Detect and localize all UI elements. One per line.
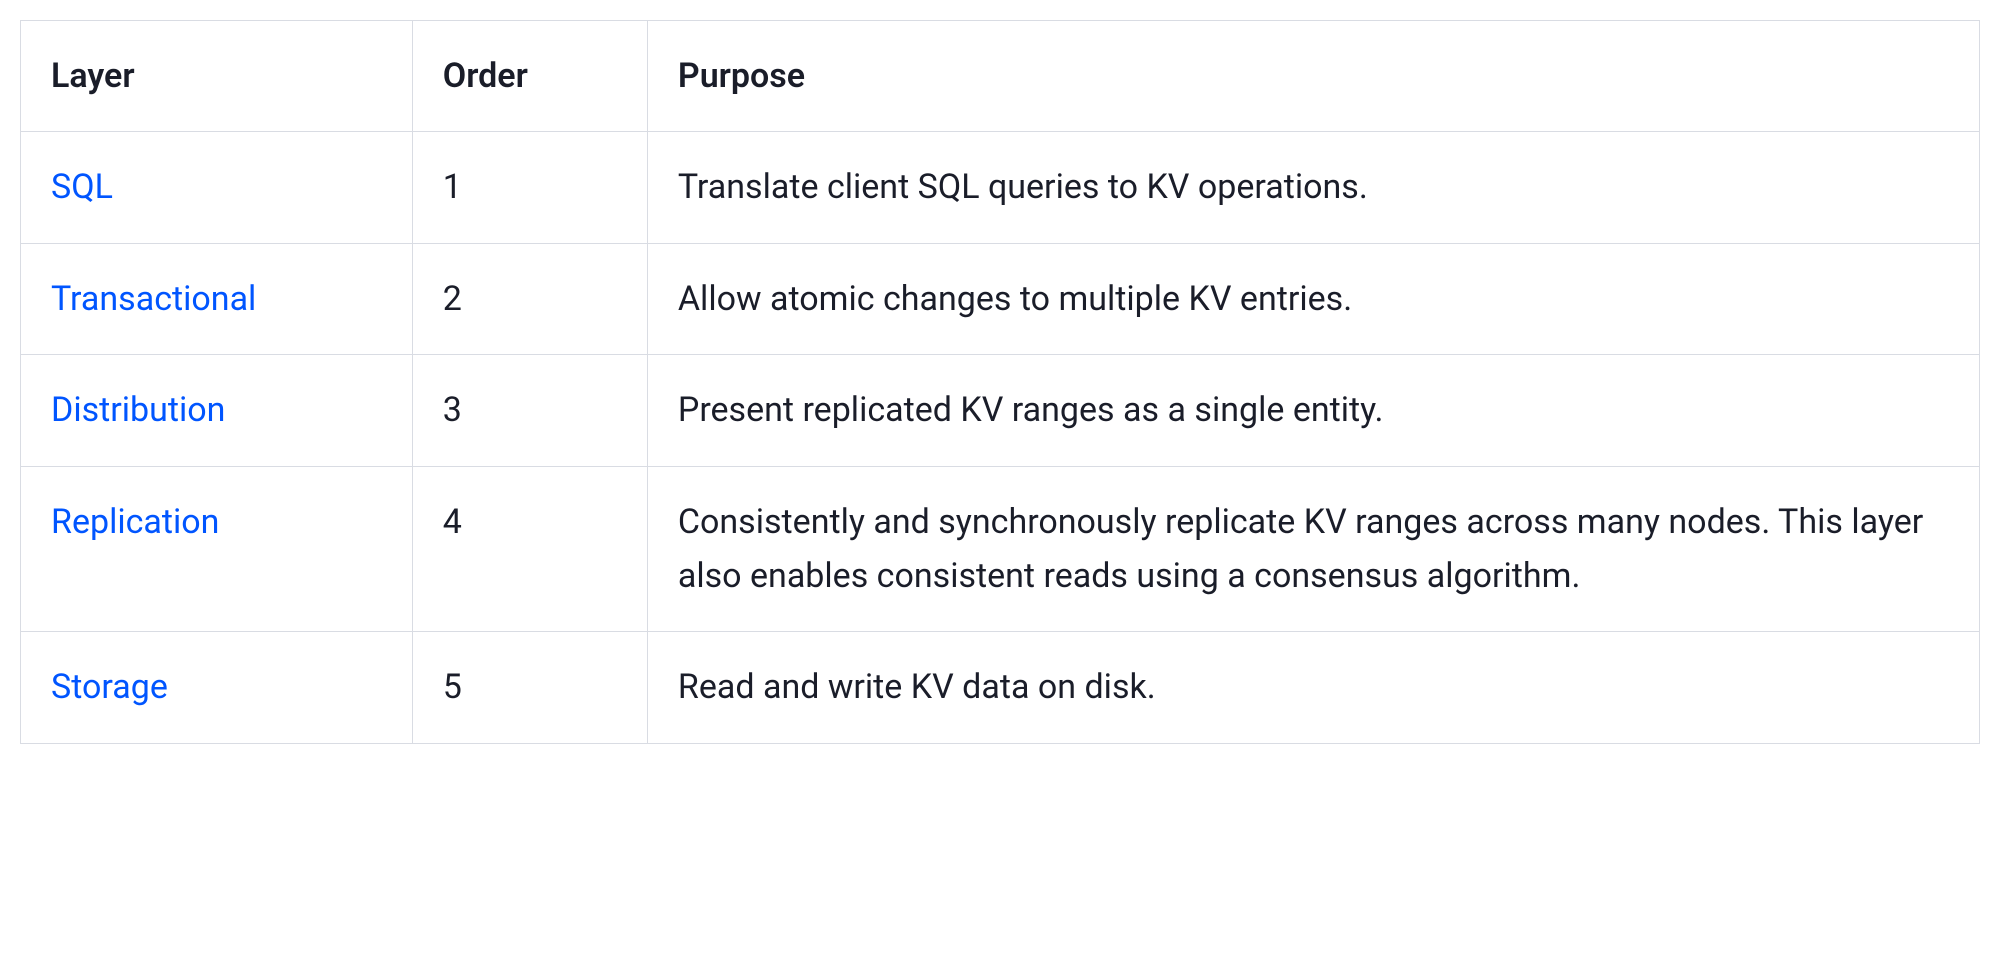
header-purpose: Purpose [647,21,1979,132]
layer-cell: Transactional [21,243,413,354]
layer-cell: SQL [21,132,413,243]
layer-link-sql[interactable]: SQL [51,167,113,207]
order-cell: 2 [412,243,647,354]
table-row: Transactional 2 Allow atomic changes to … [21,243,1980,354]
layer-link-transactional[interactable]: Transactional [51,279,256,319]
layer-cell: Storage [21,632,413,743]
order-cell: 5 [412,632,647,743]
layer-link-storage[interactable]: Storage [51,667,168,707]
purpose-cell: Consistently and synchronously replicate… [647,466,1979,632]
layers-table: Layer Order Purpose SQL 1 Translate clie… [20,20,1980,744]
purpose-cell: Read and write KV data on disk. [647,632,1979,743]
table-row: Replication 4 Consistently and synchrono… [21,466,1980,632]
order-cell: 3 [412,355,647,466]
layer-link-replication[interactable]: Replication [51,502,219,542]
layer-link-distribution[interactable]: Distribution [51,390,225,430]
purpose-cell: Allow atomic changes to multiple KV entr… [647,243,1979,354]
order-cell: 4 [412,466,647,632]
table-row: Distribution 3 Present replicated KV ran… [21,355,1980,466]
header-layer: Layer [21,21,413,132]
header-order: Order [412,21,647,132]
order-cell: 1 [412,132,647,243]
purpose-cell: Present replicated KV ranges as a single… [647,355,1979,466]
purpose-cell: Translate client SQL queries to KV opera… [647,132,1979,243]
layer-cell: Replication [21,466,413,632]
layer-cell: Distribution [21,355,413,466]
table-row: Storage 5 Read and write KV data on disk… [21,632,1980,743]
table-header-row: Layer Order Purpose [21,21,1980,132]
table-row: SQL 1 Translate client SQL queries to KV… [21,132,1980,243]
